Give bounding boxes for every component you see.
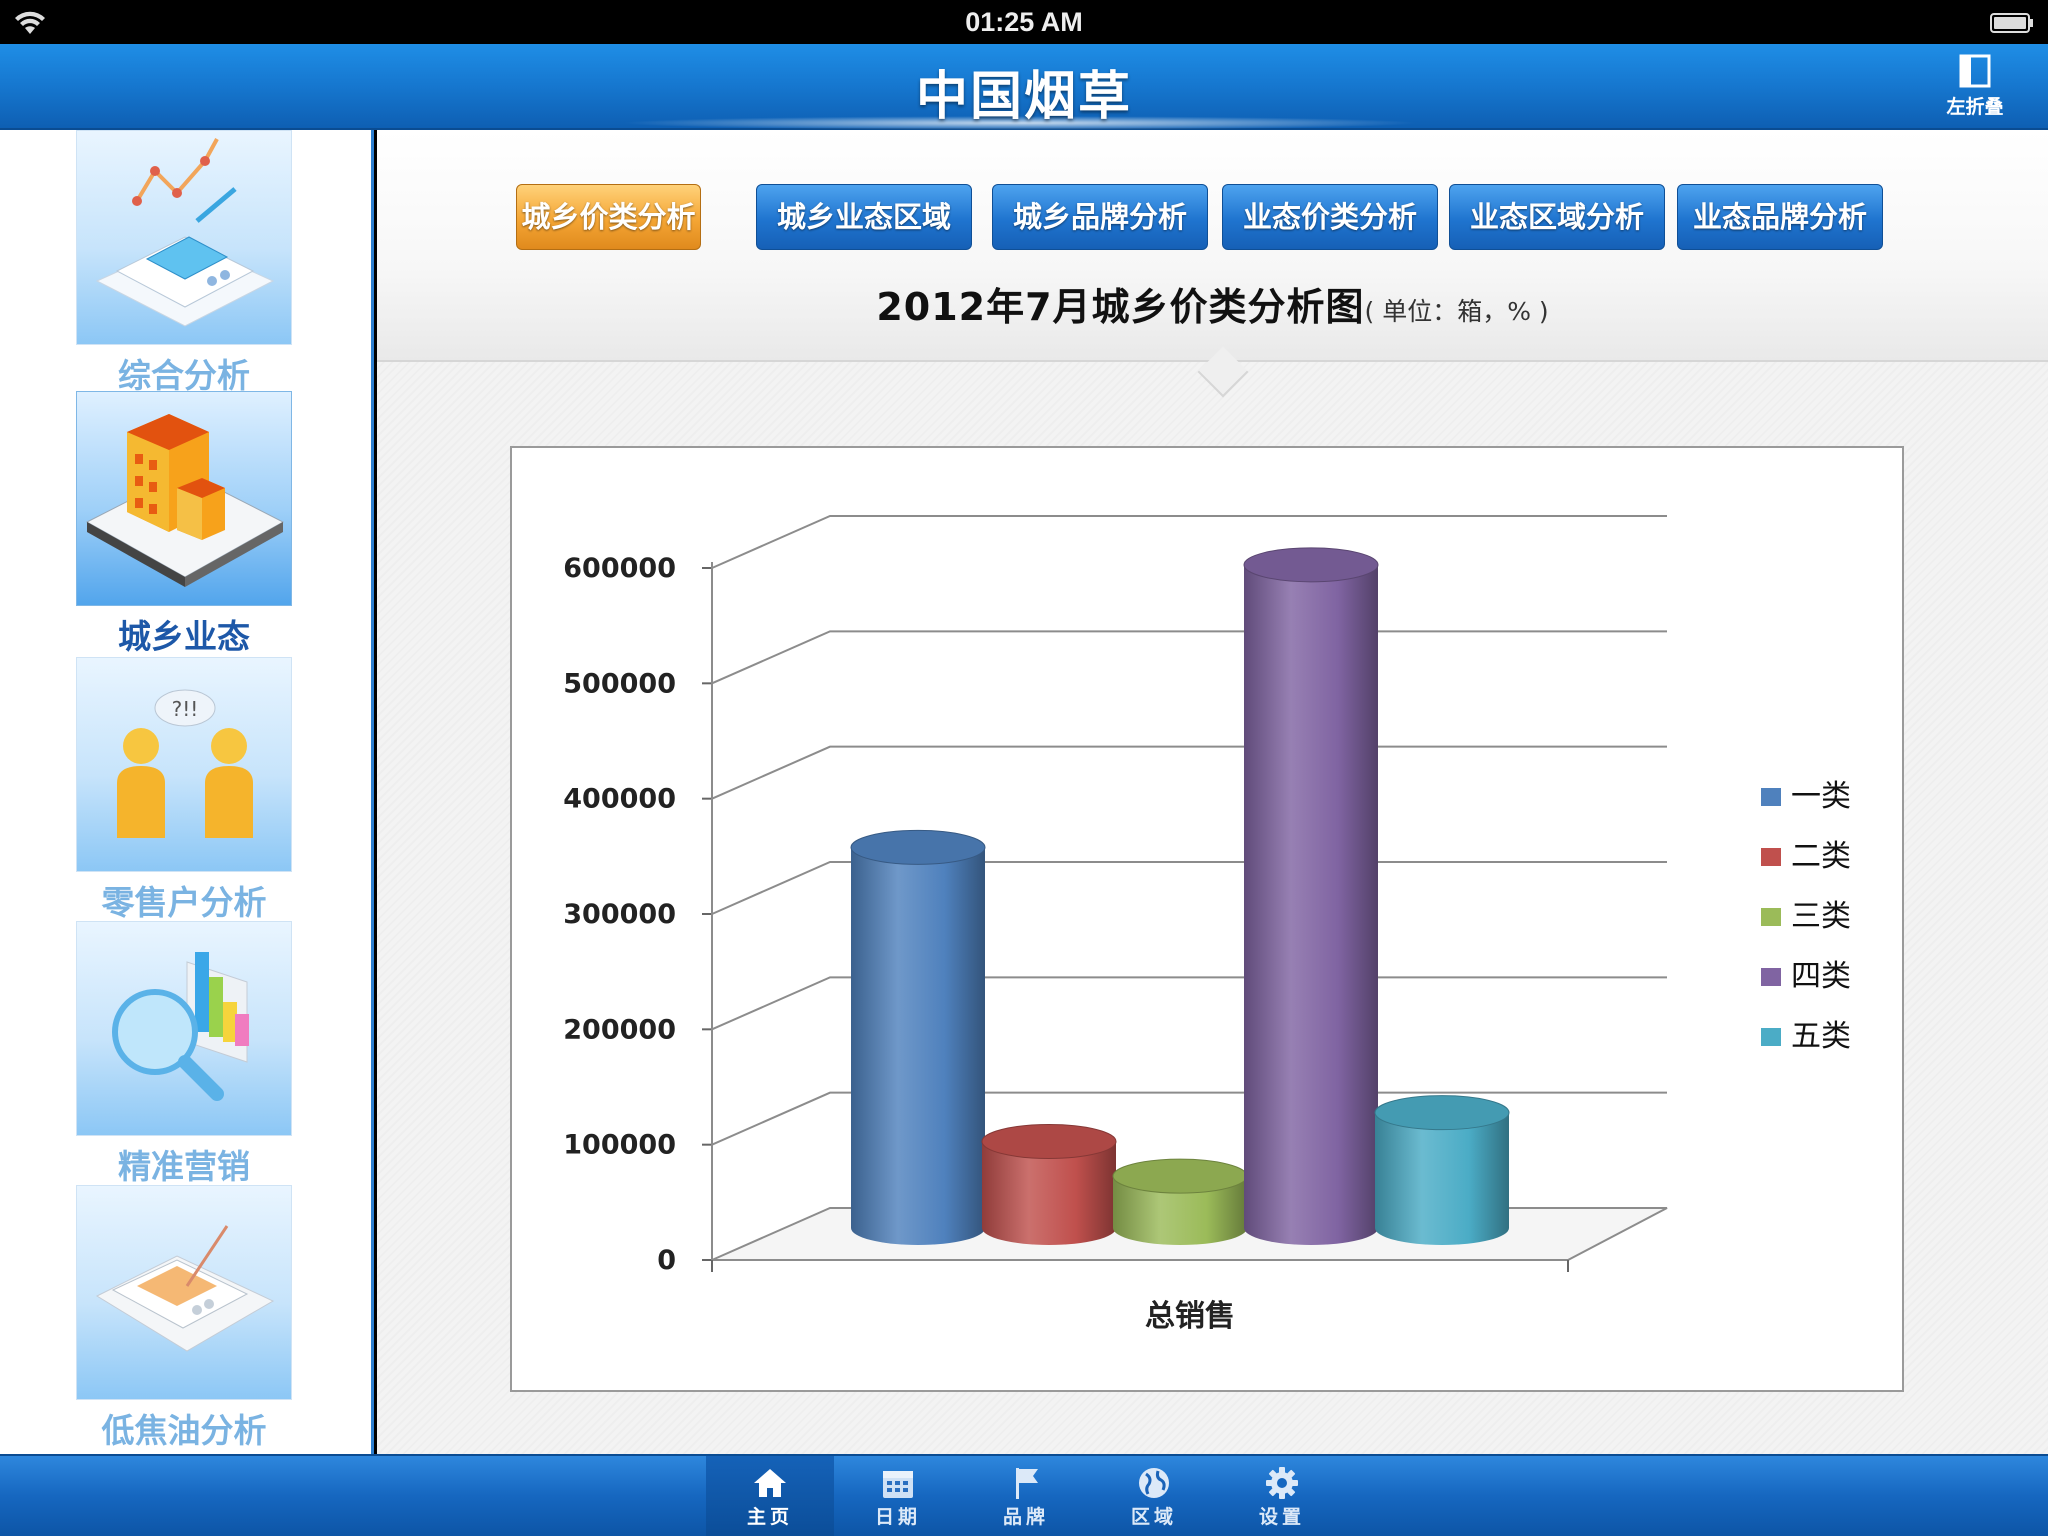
y-tick-label: 300000 (563, 899, 676, 930)
bar-chart: 0 100000 200000 300000 400000 500000 600000 总销售… (563, 515, 1851, 1334)
bar-cylinder (1375, 1112, 1509, 1245)
legend-label: 三类 (1791, 899, 1851, 934)
sidebar-tile (76, 391, 292, 606)
legend-swatch (1761, 1028, 1781, 1046)
flag-icon (1016, 1468, 1038, 1499)
gridline (711, 630, 1667, 685)
buildings-icon (85, 414, 285, 587)
content-area: 城乡价类分析 城乡业态区域 城乡品牌分析 业态价类分析 业态区域分析 业态品牌分… (377, 130, 2048, 1454)
tab-label: 城乡业态区域 (776, 200, 951, 234)
bar-cylinder-top (1374, 1095, 1510, 1131)
sidebar-item-label: 精准营销 (118, 1147, 250, 1186)
nav-bar: 中国烟草 左折叠 (0, 44, 2048, 130)
tab-urban-rural-price[interactable]: 城乡价类分析 (482, 180, 701, 254)
tabbar-label: 区域 (1130, 1506, 1177, 1528)
people-icon: ?!! (117, 689, 253, 838)
bar-cylinder (1244, 564, 1378, 1245)
tab-urban-rural-brand[interactable]: 城乡品牌分析 (992, 184, 1208, 250)
tabbar-date[interactable]: 日期 (834, 1456, 962, 1536)
device-pen-icon (95, 1225, 275, 1352)
chart-title: 2012年7月城乡价类分析图( 单位：箱，% ) (377, 276, 2048, 331)
tabbar-label: 日期 (874, 1506, 921, 1528)
calendar-icon (883, 1471, 913, 1498)
legend-label: 二类 (1791, 839, 1851, 874)
tab-label: 城乡品牌分析 (1012, 200, 1187, 234)
sidebar-tile (76, 921, 292, 1136)
bar-cylinder-top (1112, 1158, 1248, 1194)
legend-label: 四类 (1791, 959, 1851, 994)
tabbar-settings[interactable]: 设置 (1218, 1456, 1346, 1536)
tab-format-region[interactable]: 业态区域分析 (1449, 184, 1665, 250)
legend-swatch (1761, 968, 1781, 986)
globe-icon (1139, 1468, 1169, 1498)
chart-container: 0 100000 200000 300000 400000 500000 600000 总销售… (510, 446, 1904, 1392)
sidebar-item-retailer[interactable]: ?!! 零售户分析 (76, 657, 292, 924)
tab-label: 业态品牌分析 (1692, 200, 1867, 234)
tabbar-home[interactable]: 主页 (706, 1456, 834, 1536)
gear-icon (1266, 1467, 1298, 1499)
tabbar-region[interactable]: 区域 (1090, 1456, 1218, 1536)
y-tick-label: 0 (657, 1245, 676, 1276)
battery-icon (1990, 13, 2033, 33)
sidebar-tile: ?!! (76, 657, 292, 872)
sidebar-item-overview[interactable]: 综合分析 (76, 130, 292, 397)
bar-cylinder-top (981, 1124, 1117, 1159)
y-tick-label: 200000 (563, 1014, 676, 1045)
sidebar-item-marketing[interactable]: 精准营销 (76, 921, 292, 1188)
sidebar: 综合分析 城乡业态 ?!! 零售户分析 精准营销 低焦油分析 (0, 130, 374, 1454)
chart-title-unit: ( 单位：箱，% ) (1364, 297, 1549, 326)
legend-swatch (1761, 908, 1781, 926)
tabbar-label: 主页 (746, 1506, 793, 1528)
y-tick-label: 100000 (563, 1130, 676, 1161)
tab-format-brand[interactable]: 业态品牌分析 (1677, 181, 1915, 253)
sidebar-item-label: 低焦油分析 (101, 1411, 267, 1450)
chart-title-main: 2012年7月城乡价类分析图 (876, 285, 1365, 329)
bottom-tab-bar: 主页 日期 品牌 区域 设置 (0, 1454, 2048, 1536)
analysis-tablet-icon (95, 138, 275, 327)
y-tick-label: 600000 (563, 553, 676, 584)
tabbar-label: 品牌 (1002, 1506, 1049, 1528)
magnifier-chart-icon (112, 952, 249, 1101)
x-category-label: 总销售 (1145, 1299, 1235, 1334)
bar-cylinder-top (1243, 547, 1379, 583)
gridline (711, 745, 1667, 800)
sidebar-item-label: 城乡业态 (118, 617, 250, 656)
sidebar-item-urban-rural[interactable]: 城乡业态 (76, 391, 292, 658)
tab-urban-rural-region[interactable]: 城乡业态区域 (756, 184, 972, 250)
legend-label: 一类 (1791, 779, 1851, 814)
home-icon (754, 1469, 786, 1497)
legend-label: 五类 (1791, 1019, 1851, 1054)
tabbar-label: 设置 (1258, 1506, 1305, 1528)
sidebar-tile (76, 1185, 292, 1400)
legend-swatch (1761, 848, 1781, 866)
legend-swatch (1761, 788, 1781, 806)
status-time: 01:25 AM (965, 7, 1083, 37)
analysis-tabs: 城乡价类分析 城乡业态区域 城乡品牌分析 业态价类分析 业态区域分析 业态品牌分… (377, 180, 2048, 254)
sidebar-item-label: 零售户分析 (101, 883, 267, 922)
gridline (711, 515, 1667, 569)
sidebar-tile (76, 130, 292, 345)
app-title: 中国烟草 (915, 67, 1132, 127)
y-tick-label: 400000 (563, 784, 676, 815)
speech-bubble-text: ?!! (172, 697, 199, 721)
fold-left-button[interactable]: 左折叠 (1940, 54, 2010, 124)
sidebar-item-label: 综合分析 (118, 356, 250, 395)
tab-format-price[interactable]: 业态价类分析 (1222, 184, 1438, 250)
status-bar: 01:25 AM (0, 0, 2048, 44)
y-tick-label: 500000 (563, 668, 676, 699)
tabbar-brand[interactable]: 品牌 (962, 1456, 1090, 1536)
bar-cylinder-top (850, 829, 986, 865)
fold-left-label: 左折叠 (1946, 96, 2004, 118)
tab-label: 城乡价类分析 (521, 200, 696, 234)
bar-cylinder (851, 847, 985, 1245)
panel-fold-icon (1959, 54, 1991, 88)
tab-label: 业态区域分析 (1469, 200, 1644, 234)
tab-label: 业态价类分析 (1242, 200, 1417, 234)
sidebar-item-low-tar[interactable]: 低焦油分析 (76, 1185, 292, 1452)
